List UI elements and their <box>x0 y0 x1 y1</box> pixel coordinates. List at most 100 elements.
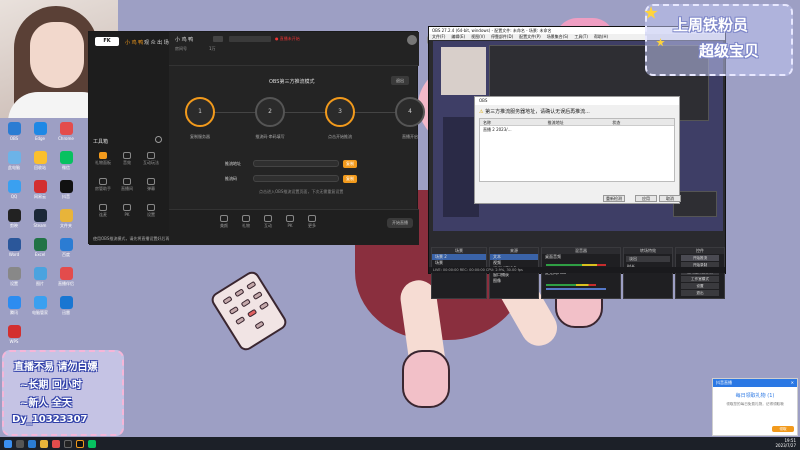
desktop-icon[interactable]: 微信 <box>54 151 78 171</box>
desktop-icon[interactable]: Edge <box>28 122 52 141</box>
sidebar-item[interactable]: 音效 <box>117 152 137 166</box>
obs-menu-item[interactable]: 停靠部件(D) <box>491 34 513 39</box>
obs-menu-item[interactable]: 编辑(E) <box>451 34 465 39</box>
sidebar-item[interactable]: 直播间 <box>117 178 137 192</box>
desktop-icon[interactable]: 文件夹 <box>54 209 78 229</box>
control-button[interactable]: 工作室模式 <box>681 276 719 282</box>
obs-menu-item[interactable]: 帮助(H) <box>594 34 608 39</box>
sidebar-item[interactable]: 弹幕 <box>141 178 161 192</box>
sidebar-item[interactable]: 互动玩法 <box>141 152 161 166</box>
copy-button[interactable]: 复制 <box>343 160 357 168</box>
help-icon[interactable] <box>155 136 162 143</box>
desktop-icon-glyph <box>59 122 73 135</box>
desktop-icon-glyph <box>7 209 21 222</box>
obs-menu-item[interactable]: 文件(F) <box>432 34 445 39</box>
sidebar-item[interactable]: PK <box>117 204 137 217</box>
preview-webcam <box>441 47 486 95</box>
obs-taskbar-icon[interactable] <box>64 440 72 448</box>
avatar[interactable] <box>407 35 417 45</box>
mic-slider[interactable] <box>546 288 606 290</box>
desktop-icon[interactable]: Word <box>2 238 26 257</box>
search-icon[interactable] <box>16 440 24 448</box>
toast-claim-button[interactable]: 领取 <box>772 426 794 432</box>
start-live-button[interactable]: 开始直播 <box>387 218 413 228</box>
desktop-icon[interactable]: Chrome <box>54 122 78 141</box>
desktop-icon[interactable]: OBS <box>2 122 26 141</box>
chrome-icon[interactable] <box>52 440 60 448</box>
tool-taskbar-icon[interactable] <box>76 440 84 448</box>
bottom-tool-label: 礼物 <box>242 223 250 228</box>
dialog-button[interactable]: 取消 <box>659 195 681 202</box>
folder-icon[interactable] <box>40 440 48 448</box>
sidebar-item[interactable]: 设置 <box>141 204 161 218</box>
desktop-icon[interactable]: 剪映 <box>2 209 26 229</box>
desktop-icon[interactable]: 抖音 <box>54 180 78 200</box>
desktop-icon[interactable]: 迅雷 <box>54 296 78 316</box>
desktop-icon-glyph <box>59 296 73 309</box>
obs-menu-item[interactable]: 工具(T) <box>574 34 588 39</box>
obs-menu-item[interactable]: 配置文件(P) <box>519 34 541 39</box>
system-clock[interactable]: 19:51 2023/7/27 <box>775 438 796 448</box>
start-icon[interactable] <box>4 440 12 448</box>
desktop-icon-glyph <box>33 122 47 135</box>
bottom-tool-glyph <box>286 215 294 222</box>
exit-mode-button[interactable]: 退出 <box>391 76 409 85</box>
desktop-icon[interactable]: 此电脑 <box>2 151 26 171</box>
control-button[interactable]: 退出 <box>681 290 719 296</box>
obs-menu-item[interactable]: 视图(V) <box>471 34 485 39</box>
table-row[interactable]: 直播 2 2023/… <box>480 126 674 133</box>
toast-header: 抖音直播 <box>713 379 797 387</box>
bottom-tool-icon[interactable]: 美颜 <box>217 215 231 229</box>
desktop-icon[interactable]: 网易云 <box>28 180 52 200</box>
stream-field-input[interactable] <box>253 175 339 182</box>
bottom-tool-icon[interactable]: 更多 <box>305 215 319 229</box>
desktop-icon-label: 电脑管家 <box>32 310 48 315</box>
tab-gift[interactable]: 小 鸡 鸭 <box>125 39 143 46</box>
desktop-icon-glyph <box>59 180 73 193</box>
control-button[interactable]: 开始推流 <box>681 255 719 261</box>
desktop-icon[interactable]: Steam <box>28 209 52 228</box>
transition-select[interactable]: 淡出 <box>626 256 670 262</box>
edge-icon[interactable] <box>28 440 36 448</box>
desktop-icon[interactable]: 设置 <box>2 267 26 287</box>
desktop-icon[interactable]: WPS <box>2 325 26 344</box>
scene-item[interactable]: 场景 <box>432 260 486 266</box>
desktop-icon-label: 直播伴侣 <box>58 281 74 286</box>
dialog-button[interactable]: 应用 <box>635 195 657 202</box>
step-number: 4 <box>408 108 412 115</box>
copy-button[interactable]: 复制 <box>343 175 357 183</box>
desktop-icon[interactable]: 电脑管家 <box>28 296 52 316</box>
bottom-tool-icon[interactable]: PK <box>283 215 297 228</box>
bottom-tool-icon[interactable]: 互动 <box>261 215 275 229</box>
step-circle: 3 <box>325 97 355 127</box>
dialog-button[interactable]: 重新检测 <box>603 195 625 202</box>
desktop-icon-label: 剪映 <box>10 223 18 228</box>
source-item[interactable]: 图像 <box>490 278 538 284</box>
live-status: ● 直播未开始 <box>275 36 300 41</box>
desktop-icon-glyph <box>59 151 73 164</box>
toast-close-icon[interactable]: ✕ <box>791 380 794 385</box>
desktop-icon[interactable]: 回收站 <box>28 151 52 171</box>
desktop-icon-label: 微信 <box>62 165 70 170</box>
desktop-icon[interactable]: 百度 <box>54 238 78 258</box>
desktop-icon[interactable]: QQ <box>2 180 26 199</box>
stream-field-input[interactable] <box>253 160 339 167</box>
wechat-icon[interactable] <box>88 440 96 448</box>
step-number: 2 <box>268 108 272 115</box>
desktop-icon-label: 网易云 <box>34 194 46 199</box>
bottom-tool-icon[interactable]: 礼物 <box>239 215 253 229</box>
sidebar-item[interactable]: 礼物面板 <box>93 152 113 166</box>
desktop-icon[interactable]: 腾讯 <box>2 296 26 316</box>
desktop-icon[interactable]: Excel <box>28 238 52 257</box>
sidebar-item[interactable]: 房管助手 <box>93 178 113 192</box>
sidebar-item[interactable]: 连麦 <box>93 204 113 218</box>
note-line2: ~长期 回小时 <box>20 380 82 391</box>
control-button[interactable]: 设置 <box>681 283 719 289</box>
edit-icon[interactable] <box>213 36 223 42</box>
desktop-icon[interactable]: 直播伴侣 <box>54 267 78 287</box>
tab-audience[interactable]: 观 众 出 场 <box>144 39 169 46</box>
room-info: 房间号 <box>175 46 187 51</box>
obs-menu-item[interactable]: 场景集合(S) <box>547 34 569 39</box>
remote-control-icon <box>208 268 290 354</box>
desktop-icon[interactable]: 图片 <box>28 267 52 287</box>
